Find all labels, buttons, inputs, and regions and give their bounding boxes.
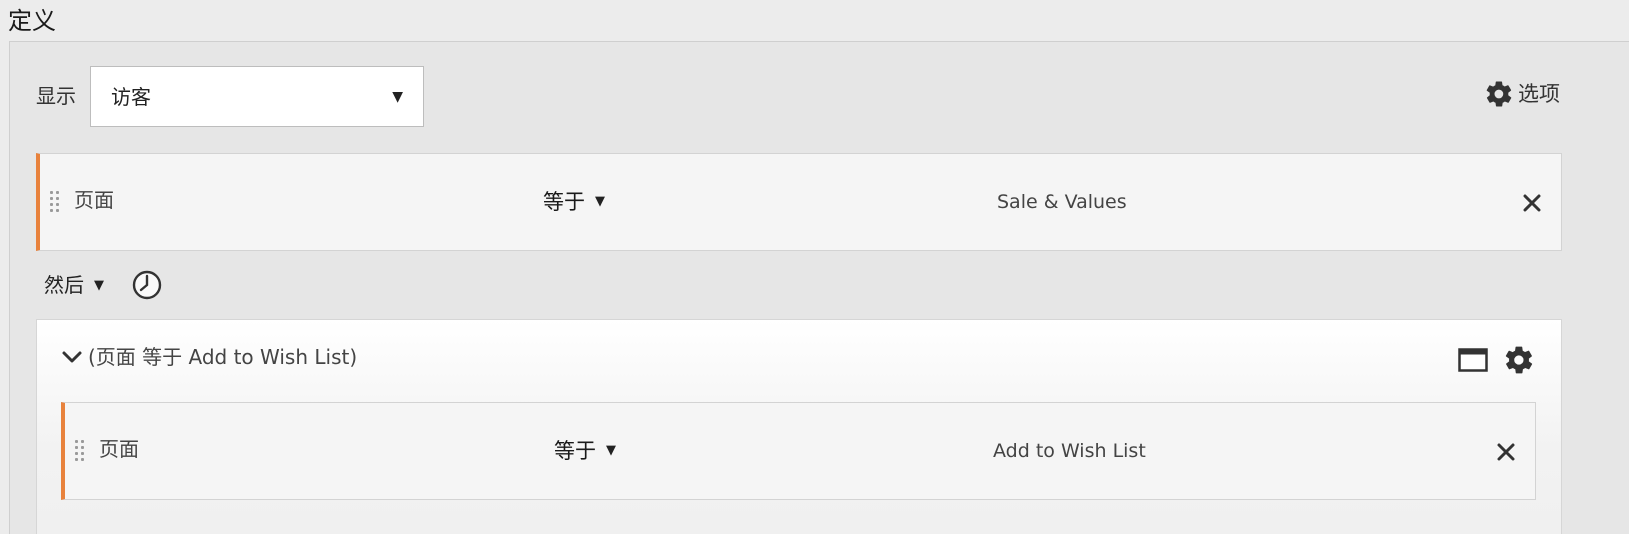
section-title: 定义 [8,7,56,35]
rule-dimension[interactable]: 页面 [99,435,139,463]
close-icon[interactable] [1521,192,1543,214]
gear-icon[interactable] [1503,344,1535,376]
rule-row: 页面 等于 ▼ Add to Wish List [61,402,1536,500]
operator-dropdown[interactable]: 等于 ▼ [554,437,616,465]
clock-icon[interactable] [131,269,163,301]
caret-down-icon: ▼ [606,443,616,458]
container-title: (页面 等于 Add to Wish List) [88,345,358,369]
gear-icon [1486,81,1512,107]
container-header[interactable]: (页面 等于 Add to Wish List) [60,343,357,371]
show-label: 显示 [36,84,76,108]
rule-dimension[interactable]: 页面 [74,186,114,214]
chevron-down-icon[interactable] [60,347,84,367]
then-dropdown[interactable]: 然后 ▼ [44,271,104,299]
rule-value[interactable]: Sale & Values [997,188,1127,216]
operator-dropdown[interactable]: 等于 ▼ [543,188,605,216]
options-label: 选项 [1518,82,1560,106]
caret-down-icon: ▼ [392,89,403,105]
operator-label: 等于 [554,439,596,463]
caret-down-icon: ▼ [595,194,605,209]
container-window-icon[interactable] [1458,348,1488,372]
close-icon[interactable] [1495,441,1517,463]
then-label: 然后 [44,273,84,297]
drag-handle-icon[interactable] [75,440,85,462]
show-select-value: 访客 [111,85,151,109]
rule-value[interactable]: Add to Wish List [993,437,1146,465]
rule-row: 页面 等于 ▼ Sale & Values [36,153,1562,251]
options-button[interactable]: 选项 [1484,78,1560,110]
caret-down-icon: ▼ [94,277,104,293]
drag-handle-icon[interactable] [50,191,60,213]
show-select[interactable]: 访客 ▼ [90,66,424,127]
operator-label: 等于 [543,190,585,214]
